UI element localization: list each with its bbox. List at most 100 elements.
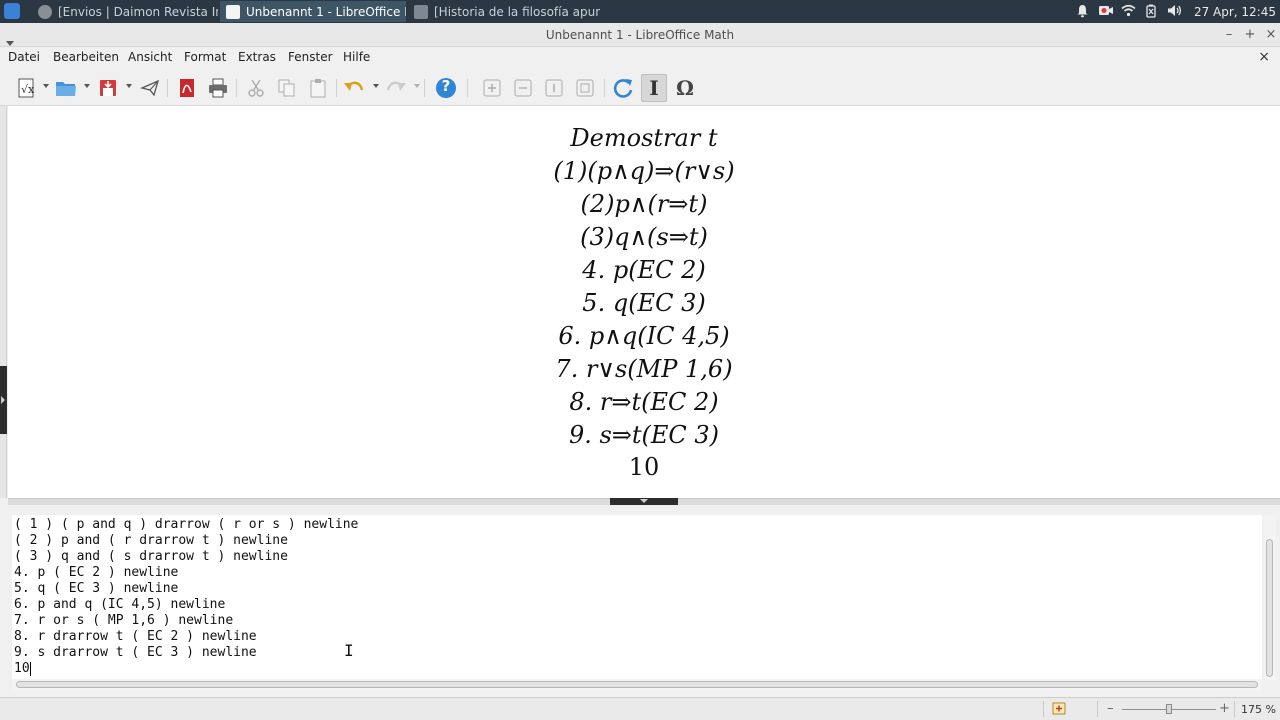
copy-button[interactable] — [275, 76, 299, 100]
horizontal-scrollbar[interactable] — [12, 679, 1262, 691]
browser-icon — [38, 4, 52, 19]
libreoffice-math-icon — [226, 4, 240, 19]
vertical-scrollbar[interactable] — [1264, 515, 1276, 680]
clock[interactable]: 27 Apr, 12:45 — [1194, 5, 1276, 19]
formula-line: 4. p(EC 2) — [582, 256, 706, 284]
chevron-down-icon[interactable] — [414, 84, 420, 88]
splitter-collapse-handle[interactable] — [610, 498, 678, 505]
formula-line: (3)q∧(s⇒t) — [580, 223, 708, 251]
zoom-percent[interactable]: 175 % — [1241, 703, 1276, 716]
elements-sidebar-edge — [0, 106, 7, 498]
chevron-down-icon[interactable] — [373, 84, 379, 88]
undo-button[interactable] — [342, 76, 366, 100]
menu-datei[interactable]: Datei — [8, 50, 40, 64]
menu-ansicht[interactable]: Ansicht — [128, 50, 172, 64]
horizontal-scrollbar-thumb[interactable] — [16, 681, 1258, 688]
zoom-out-button[interactable] — [511, 76, 535, 100]
zoom-in-plus-button[interactable]: + — [1219, 701, 1230, 716]
standard-toolbar: √x ? I Ω — [0, 69, 1280, 106]
omega-icon: Ω — [676, 76, 694, 100]
sidebar-collapse-handle[interactable] — [0, 366, 7, 434]
formula-line: 5. q(EC 3) — [582, 289, 706, 317]
save-button[interactable] — [96, 76, 120, 100]
menu-format[interactable]: Format — [184, 50, 226, 64]
zoom-slider-knob[interactable] — [1166, 704, 1172, 714]
document-modified-icon[interactable] — [1052, 702, 1066, 718]
symbols-button[interactable]: Ω — [673, 76, 697, 100]
taskbar-task-label: [Envios | Daimon Revista Int... — [58, 4, 218, 19]
formula-document-icon: √x — [18, 78, 35, 98]
open-button[interactable] — [54, 76, 78, 100]
clipboard-icon — [310, 79, 326, 98]
zoom-in-button[interactable] — [480, 76, 504, 100]
command-line: ( 1 ) ( p and q ) drarrow ( r or s ) new… — [14, 517, 359, 532]
menubar: Datei Bearbeiten Ansicht Format Extras F… — [0, 47, 1280, 69]
taskbar-task-label: Unbenannt 1 - LibreOffice M... — [246, 4, 406, 19]
cut-button[interactable] — [244, 76, 268, 100]
text-cursor-icon: I — [649, 76, 659, 100]
command-window: ( 1 ) ( p and q ) drarrow ( r or s ) new… — [8, 505, 1280, 693]
new-formula-button[interactable]: √x — [14, 76, 38, 100]
formula-line: 10 — [628, 453, 660, 481]
maximize-button[interactable]: + — [1241, 26, 1259, 44]
command-line: ( 2 ) p and ( r drarrow t ) newline — [14, 533, 288, 548]
menu-hilfe[interactable]: Hilfe — [343, 50, 370, 64]
help-button[interactable]: ? — [434, 76, 458, 100]
taskbar-task-libreoffice[interactable]: Unbenannt 1 - LibreOffice M... — [220, 1, 406, 22]
folder-open-icon — [56, 82, 76, 96]
export-pdf-button[interactable] — [175, 76, 199, 100]
pdf-icon — [180, 79, 194, 97]
taskbar-task-browser[interactable]: [Envios | Daimon Revista Int... — [32, 1, 218, 22]
command-line: 7. r or s ( MP 1,6 ) newline — [14, 613, 234, 628]
screen-recorder-icon[interactable] — [1098, 4, 1113, 19]
menu-extras[interactable]: Extras — [238, 50, 276, 64]
copy-icon — [278, 79, 295, 97]
zoom-out-minus-button[interactable]: – — [1107, 701, 1114, 716]
formula-line: 9. s⇒t(EC 3) — [568, 421, 720, 449]
command-line: 8. r drarrow t ( EC 2 ) newline — [14, 629, 257, 644]
formula-line: (1)(p∧q)⇒(r∨s) — [553, 157, 735, 185]
notification-bell-icon[interactable] — [1075, 4, 1090, 19]
send-button[interactable] — [138, 76, 162, 100]
show-all-button[interactable] — [573, 76, 597, 100]
taskbar-task-folder[interactable]: [Historia de la filosofía apunt... — [408, 1, 600, 22]
command-line: 4. p ( EC 2 ) newline — [14, 565, 179, 580]
menu-bearbeiten[interactable]: Bearbeiten — [53, 50, 119, 64]
formula-cursor-toggle[interactable]: I — [641, 74, 667, 102]
print-button[interactable] — [206, 76, 230, 100]
window-title: Unbenannt 1 - LibreOffice Math — [545, 28, 735, 42]
zoom-in-icon — [483, 79, 501, 97]
printer-icon — [209, 78, 227, 98]
paper-plane-icon — [140, 79, 160, 97]
command-editor[interactable]: ( 1 ) ( p and q ) drarrow ( r or s ) new… — [12, 515, 1262, 680]
redo-button[interactable] — [384, 76, 408, 100]
formula-line: 6. p∧q(IC 4,5) — [558, 322, 730, 350]
paste-button[interactable] — [306, 76, 330, 100]
close-document-button[interactable]: × — [1258, 49, 1270, 65]
menu-fenster[interactable]: Fenster — [288, 50, 333, 64]
volume-icon[interactable] — [1167, 4, 1182, 19]
battery-icon[interactable] — [1144, 4, 1159, 19]
formula-line: Demostrar t — [570, 124, 718, 152]
folder-icon — [414, 4, 428, 19]
mouse-ibeam-cursor-icon: I — [344, 641, 354, 660]
svg-text:√x: √x — [21, 83, 35, 96]
redo-icon — [386, 81, 406, 91]
minimize-button[interactable]: – — [1220, 26, 1238, 44]
update-button[interactable] — [611, 76, 635, 100]
system-tray: 27 Apr, 12:45 — [1075, 0, 1280, 23]
undo-icon — [344, 81, 364, 91]
refresh-icon — [613, 79, 633, 98]
start-menu-icon[interactable] — [4, 3, 20, 19]
help-glyph: ? — [441, 77, 451, 95]
formula-line: 7. r∨s(MP 1,6) — [555, 355, 733, 383]
vertical-scrollbar-thumb[interactable] — [1266, 539, 1273, 677]
close-window-button[interactable]: × — [1262, 26, 1280, 44]
zoom-100-button[interactable] — [542, 76, 566, 100]
command-line: 9. s drarrow t ( EC 3 ) newline — [14, 645, 257, 660]
chevron-down-icon[interactable] — [84, 84, 90, 88]
chevron-down-icon[interactable] — [126, 84, 132, 88]
chevron-down-icon[interactable] — [43, 84, 49, 88]
formula-preview[interactable]: Demostrar t (1)(p∧q)⇒(r∨s) (2)p∧(r⇒t) (3… — [8, 106, 1280, 498]
wifi-icon[interactable] — [1121, 4, 1136, 19]
